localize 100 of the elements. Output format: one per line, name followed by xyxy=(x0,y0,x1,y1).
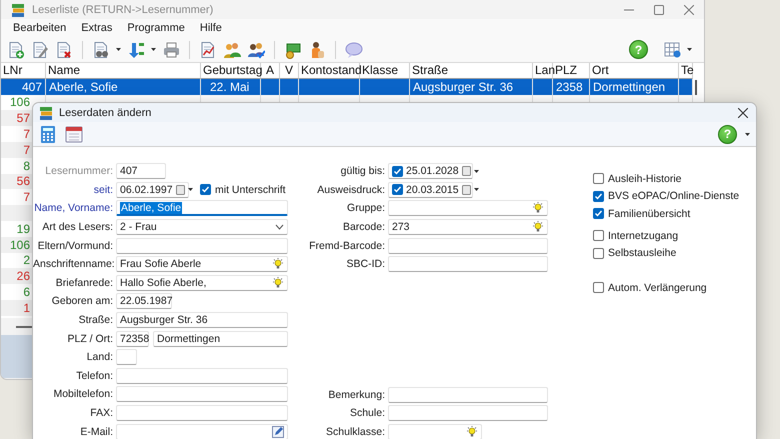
money-icon[interactable] xyxy=(284,40,302,58)
lightbulb-icon[interactable] xyxy=(532,202,544,214)
table-cell: Augsburger Str. 36 xyxy=(410,78,533,95)
table-cell: Aberle, Sofie xyxy=(46,78,201,95)
speech-bubble-icon[interactable] xyxy=(345,40,363,58)
books-icon xyxy=(38,104,54,120)
field-label: Telefon: xyxy=(75,370,113,382)
input-field[interactable] xyxy=(116,349,137,366)
input-field[interactable] xyxy=(388,424,482,439)
checkbox-label[interactable]: BVS eOPAC/Online-Dienste xyxy=(608,190,740,202)
caret-icon[interactable] xyxy=(687,48,692,51)
scrollbar-thumb[interactable] xyxy=(695,80,697,95)
checkbox-label[interactable]: Ausleih-Historie xyxy=(608,172,682,185)
field-label: Ausweisdruck: xyxy=(316,184,385,196)
grid-icon[interactable] xyxy=(664,41,681,58)
input-field[interactable] xyxy=(388,200,548,216)
field-label: Fremd-Barcode: xyxy=(308,240,385,252)
table-cell: 22. Mai xyxy=(201,78,261,95)
input-field[interactable]: 407 xyxy=(116,163,166,180)
table-row[interactable]: 407 Aberle, Sofie 22. Mai Augsburger Str. 36 2358 Dormettingen xyxy=(1,78,693,95)
menu-item[interactable]: Bearbeiten xyxy=(13,22,66,34)
checkbox-label[interactable]: Autom. Verlängerung xyxy=(608,282,707,294)
people-icon[interactable] xyxy=(223,40,241,58)
printer-icon[interactable] xyxy=(162,40,180,58)
dropdown[interactable]: 2 - Frau xyxy=(116,219,288,236)
input-field[interactable]: Hallo Sofie Aberle, xyxy=(116,274,288,291)
field-label: Schule: xyxy=(348,407,385,420)
input-field[interactable]: Frau Sofie Aberle xyxy=(116,256,288,272)
checkbox[interactable] xyxy=(593,190,604,202)
field-label: Lesernummer: xyxy=(44,165,113,178)
calendar-icon[interactable] xyxy=(65,125,83,143)
input-field[interactable] xyxy=(388,405,548,422)
table-cell: 407 xyxy=(1,78,46,95)
input-field[interactable]: 273 xyxy=(388,219,548,236)
field-label: Bemerkung: xyxy=(327,388,385,401)
document-edit-icon[interactable] xyxy=(31,40,49,58)
table-cell: Dormettingen xyxy=(590,78,679,95)
lightbulb-icon[interactable] xyxy=(532,221,544,234)
field-label: seit: xyxy=(92,184,113,196)
checkbox[interactable] xyxy=(593,208,604,220)
checkbox-label[interactable]: Selbstausleihe xyxy=(608,247,676,260)
close-icon[interactable] xyxy=(738,108,748,118)
checkbox[interactable] xyxy=(593,248,604,259)
pencil-icon[interactable] xyxy=(272,426,284,438)
window-title: Leserliste (RETURN->Lesernummer) xyxy=(32,4,214,16)
menu-item[interactable]: Hilfe xyxy=(200,22,222,34)
field-label: FAX: xyxy=(89,407,113,420)
field-label: Barcode: xyxy=(342,221,385,234)
caret-icon[interactable] xyxy=(151,48,156,51)
chevron-down-icon[interactable] xyxy=(275,224,284,230)
field-label: Straße: xyxy=(78,314,113,326)
table-cell: 2358 xyxy=(553,78,590,95)
input-field[interactable]: 72358 xyxy=(116,330,149,347)
caret-icon[interactable] xyxy=(745,132,750,136)
books-icon xyxy=(10,2,26,18)
sort-icon[interactable] xyxy=(127,40,145,58)
document-view-icon[interactable] xyxy=(92,40,110,58)
checkbox[interactable] xyxy=(200,184,211,196)
checkbox-label[interactable]: Familienübersicht xyxy=(608,208,690,220)
checkbox-label[interactable]: mit Unterschrift xyxy=(215,184,286,196)
people-check-icon[interactable] xyxy=(247,40,265,58)
field-label: Gruppe: xyxy=(346,202,385,214)
checkbox-label[interactable]: Internetzugang xyxy=(608,230,678,242)
field-label: SBC-ID: xyxy=(345,258,385,270)
input-field[interactable] xyxy=(116,405,288,422)
input-field[interactable]: Augsburger Str. 36 xyxy=(116,312,288,328)
scrollbar-thumb[interactable] xyxy=(16,326,33,328)
maximize-icon[interactable] xyxy=(654,4,664,14)
input-field[interactable] xyxy=(388,256,548,272)
menu-item[interactable]: Programme xyxy=(127,22,185,34)
field-label: Schulklasse: xyxy=(325,426,385,438)
caret-icon[interactable] xyxy=(116,48,121,51)
input-field[interactable] xyxy=(388,238,548,254)
chart-icon[interactable] xyxy=(199,40,217,58)
field-label: Land: xyxy=(86,351,113,364)
field-label: PLZ / Ort: xyxy=(66,332,113,345)
field-label: E-Mail: xyxy=(79,426,113,438)
input-field[interactable] xyxy=(116,424,288,439)
calculator-icon[interactable] xyxy=(39,124,57,144)
lightbulb-icon[interactable] xyxy=(272,276,284,289)
lightbulb-icon[interactable] xyxy=(272,258,284,270)
input-field[interactable] xyxy=(116,238,288,254)
field-label: Briefanrede: xyxy=(54,276,113,289)
field-label: Geboren am: xyxy=(50,295,113,308)
checkbox[interactable] xyxy=(593,230,604,242)
document-delete-icon[interactable] xyxy=(55,40,73,58)
checkbox[interactable] xyxy=(593,282,604,294)
menu-item[interactable]: Extras xyxy=(81,22,112,34)
field-label: Mobiltelefon: xyxy=(52,388,113,400)
input-field[interactable] xyxy=(116,386,288,402)
checkbox[interactable] xyxy=(392,184,403,196)
input-field[interactable] xyxy=(388,386,548,403)
lightbulb-icon[interactable] xyxy=(466,426,478,438)
input-field[interactable] xyxy=(116,368,288,384)
date-field[interactable]: 22.05.1987 xyxy=(116,293,172,310)
document-plus-icon[interactable] xyxy=(7,40,25,58)
checkbox[interactable] xyxy=(593,173,604,184)
checkbox[interactable] xyxy=(392,166,403,177)
input-field[interactable]: Aberle, Sofie xyxy=(116,200,288,216)
input-field[interactable]: Dormettingen xyxy=(153,330,288,347)
